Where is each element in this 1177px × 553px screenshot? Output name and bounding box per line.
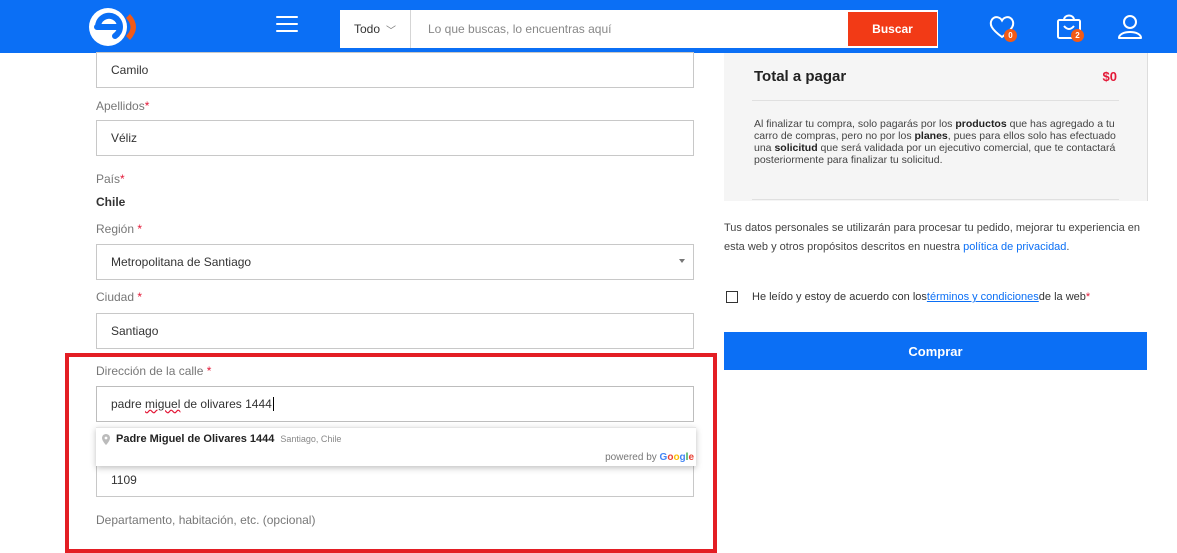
order-summary-panel: Total a pagar $0 Al finalizar tu compra,… (724, 53, 1148, 201)
map-pin-icon (102, 433, 110, 445)
terms-row: He leído y estoy de acuerdo con los térm… (724, 288, 1164, 306)
autocomplete-suggestion[interactable]: Padre Miguel de Olivares 1444 Santiago, … (102, 433, 341, 445)
numero-value: 1109 (111, 472, 137, 487)
search-button[interactable]: Buscar (848, 12, 937, 46)
top-header: Todo ﹀ Buscar 0 2 (0, 0, 1177, 53)
apellidos-label: Apellidos* (96, 99, 150, 113)
google-logo: Google (659, 452, 694, 463)
suggestion-main-text: Padre Miguel de Olivares 1444 (116, 433, 275, 445)
search-category-select[interactable]: Todo ﹀ (340, 10, 411, 48)
search-input[interactable] (418, 10, 858, 48)
terms-checkbox[interactable] (726, 291, 738, 303)
privacy-policy-link[interactable]: política de privacidad (963, 241, 1066, 253)
address-autocomplete-dropdown: Padre Miguel de Olivares 1444 Santiago, … (96, 427, 696, 466)
apellidos-field[interactable]: Véliz (96, 120, 694, 156)
powered-by-google: powered by Google (605, 452, 694, 463)
direccion-field[interactable]: padre miguel de olivares 1444 (96, 386, 694, 422)
dropdown-arrow-icon (679, 259, 685, 263)
nombre-value: Camilo (111, 63, 149, 77)
pais-value: Chile (96, 195, 126, 209)
summary-note: Al finalizar tu compra, solo pagarás por… (754, 118, 1116, 166)
terms-link[interactable]: términos y condiciones (927, 291, 1039, 303)
account-button[interactable] (1113, 10, 1147, 44)
direccion-label: Dirección de la calle * (96, 364, 212, 378)
summary-divider-bottom (752, 199, 1119, 200)
region-label: Región * (96, 222, 143, 236)
wishlist-button[interactable]: 0 (985, 10, 1019, 44)
summary-divider (752, 100, 1119, 101)
total-title: Total a pagar (754, 68, 847, 85)
region-value: Metropolitana de Santiago (111, 255, 252, 269)
nombre-field[interactable]: Camilo (96, 52, 694, 88)
cart-button[interactable]: 2 (1052, 10, 1086, 44)
region-select[interactable]: Metropolitana de Santiago (96, 244, 694, 280)
pais-label: País* (96, 172, 125, 186)
entel-logo[interactable] (88, 6, 146, 48)
direccion-value: padre miguel de olivares 1444 (111, 396, 274, 412)
total-amount: $0 (1102, 69, 1117, 84)
buy-button[interactable]: Comprar (724, 332, 1147, 370)
text-caret (272, 397, 274, 412)
numero-field[interactable]: 1109 (96, 462, 694, 497)
user-icon (1118, 15, 1142, 39)
chevron-down-icon: ﹀ (386, 25, 397, 37)
cart-badge: 2 (1071, 29, 1084, 42)
privacy-notice: Tus datos personales se utilizarán para … (724, 222, 1140, 253)
depto-label: Departamento, habitación, etc. (opcional… (96, 513, 316, 527)
apellidos-value: Véliz (111, 131, 138, 145)
suggestion-secondary-text: Santiago, Chile (280, 434, 342, 444)
ciudad-label: Ciudad * (96, 290, 143, 304)
menu-icon[interactable] (276, 16, 298, 34)
ciudad-value: Santiago (111, 324, 159, 338)
ciudad-field[interactable]: Santiago (96, 313, 694, 349)
search-category-label: Todo (353, 22, 381, 36)
search-bar: Todo ﹀ Buscar (340, 10, 938, 48)
wishlist-badge: 0 (1004, 29, 1017, 42)
